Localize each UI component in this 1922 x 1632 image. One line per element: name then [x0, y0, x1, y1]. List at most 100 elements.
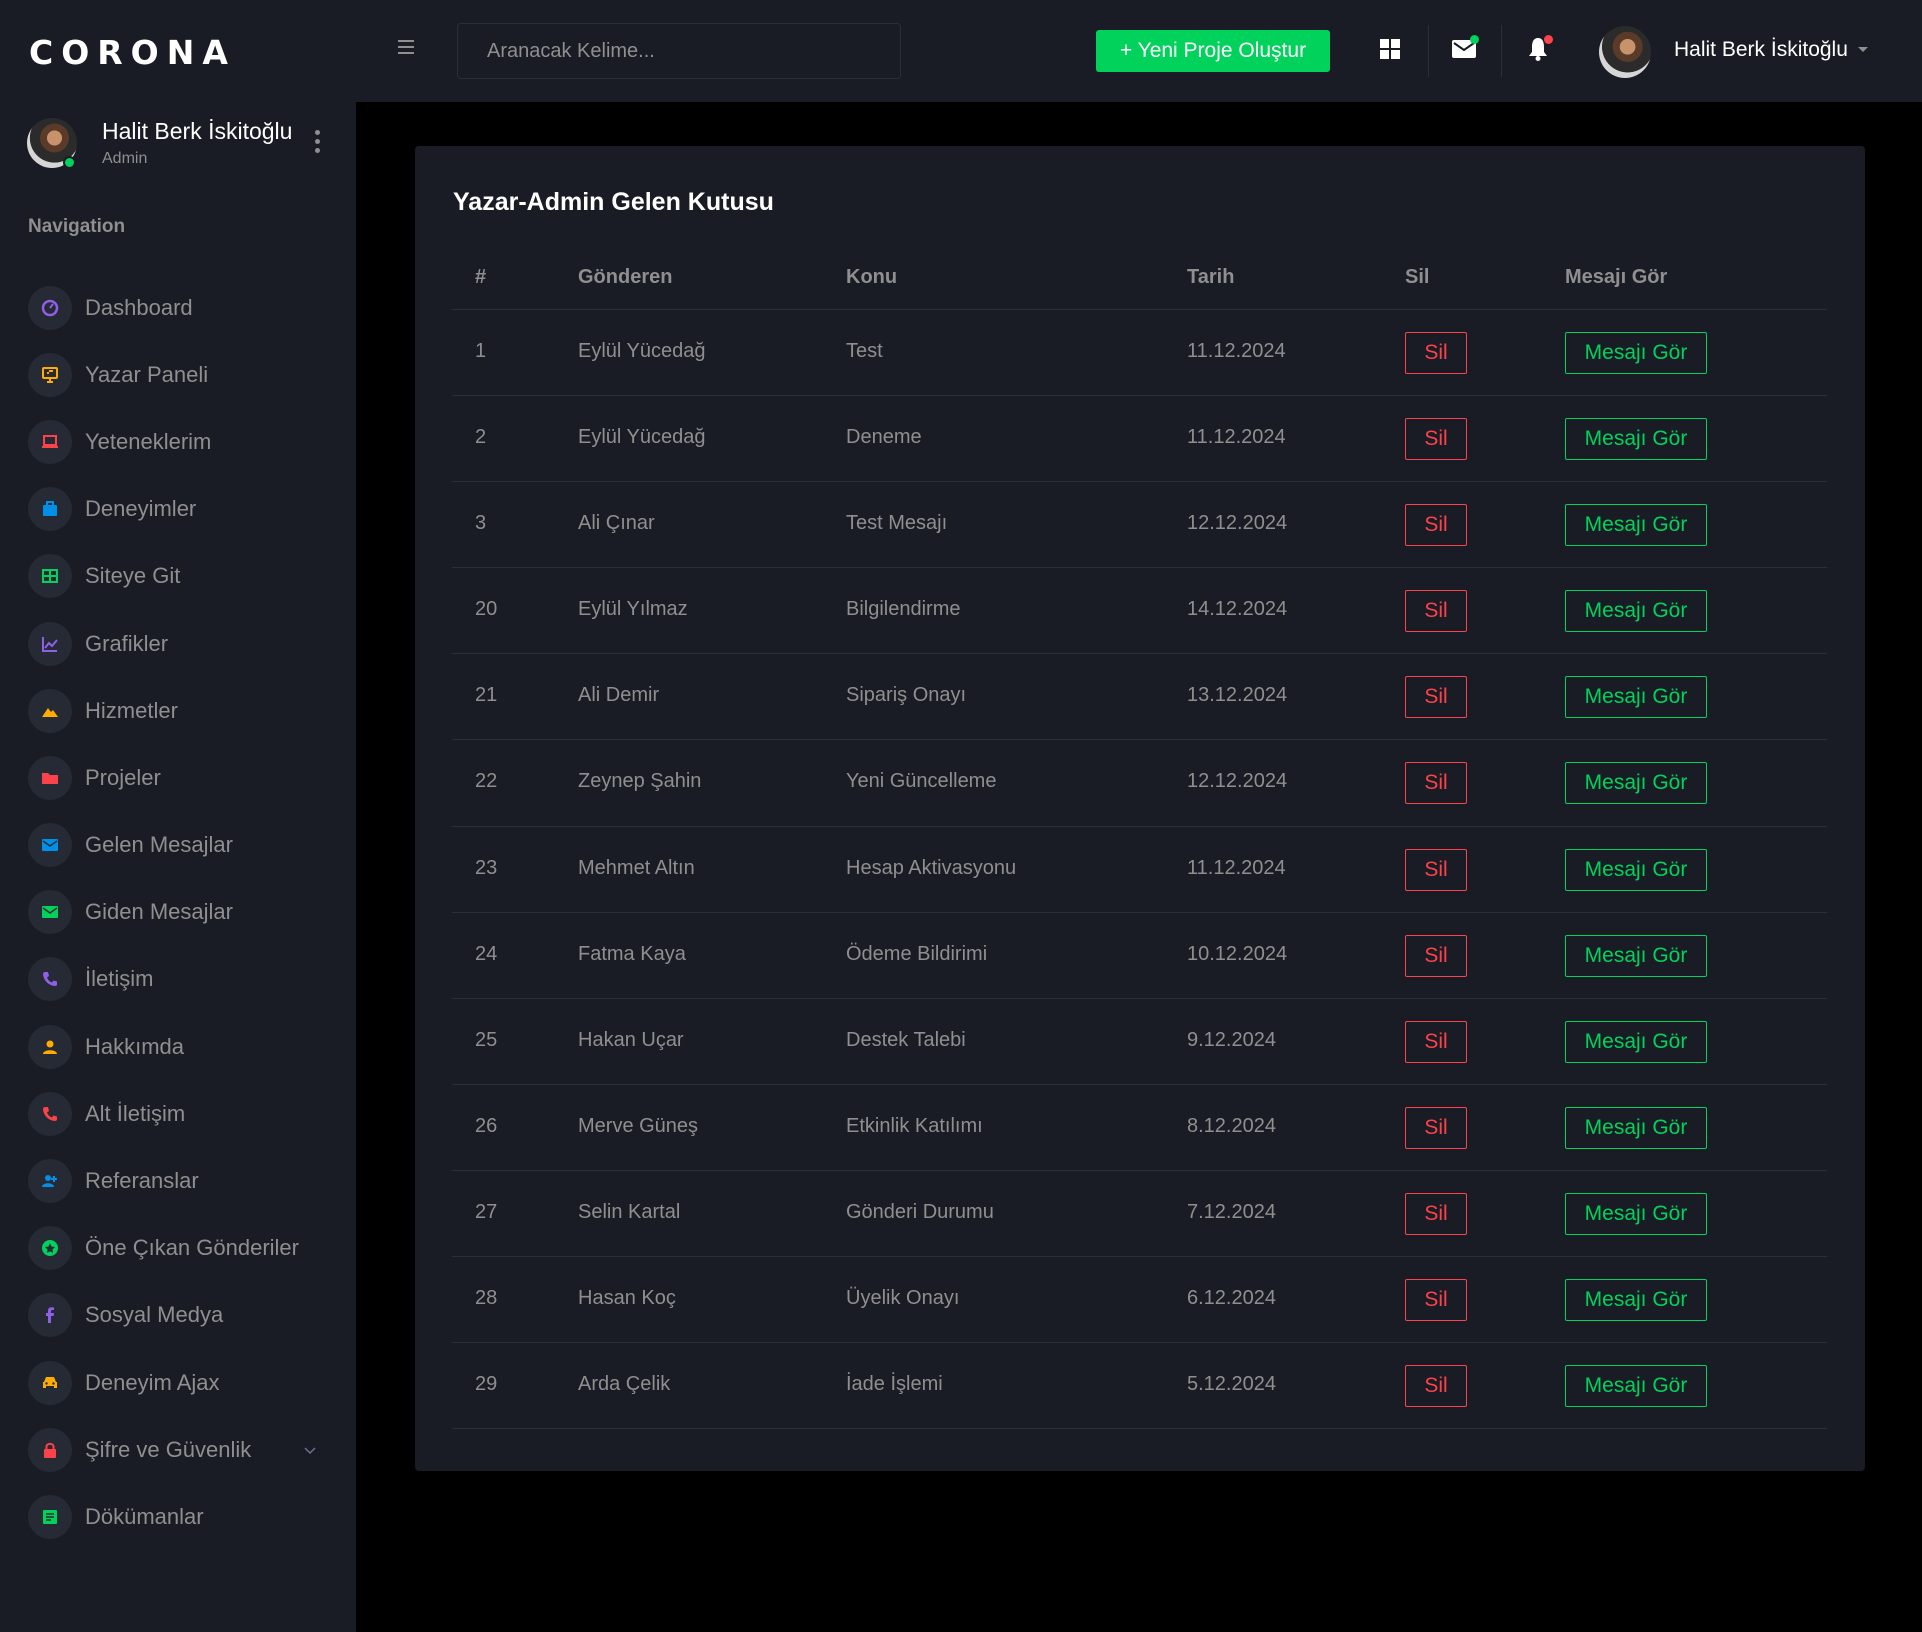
sidebar-item-label: Deneyimler	[85, 496, 197, 522]
delete-button[interactable]: Sil	[1405, 418, 1467, 461]
chevron-down-icon[interactable]	[304, 1442, 316, 1458]
table-row: 27 Selin Kartal Gönderi Durumu 7.12.2024 Sil…	[452, 1171, 1827, 1258]
inbox-table: # Gönderen Konu Tarih Sil Mesajı Gör 1 Ey…	[452, 246, 1827, 1430]
view-message-button[interactable]: Mesajı Gör	[1565, 1365, 1707, 1408]
cell-id: 28	[475, 1287, 498, 1310]
view-message-button[interactable]: Mesajı Gör	[1565, 1192, 1707, 1235]
chevron-down-icon[interactable]	[1858, 47, 1868, 52]
laptop-icon	[28, 419, 72, 464]
cell-sender: Hasan Koç	[578, 1287, 676, 1310]
sidebar-item-sosyal-medya[interactable]: Sosyal Medya	[28, 1282, 328, 1349]
sidebar-item-şifre-ve-güvenlik[interactable]: Şifre ve Güvenlik	[28, 1416, 328, 1483]
view-message-button[interactable]: Mesajı Gör	[1565, 762, 1707, 805]
delete-button[interactable]: Sil	[1405, 1279, 1467, 1322]
search-input[interactable]	[457, 23, 901, 79]
sidebar-item-siteye-git[interactable]: Siteye Git	[28, 543, 328, 610]
grid-icon[interactable]	[1377, 36, 1403, 62]
online-status-dot	[63, 156, 76, 169]
delete-button[interactable]: Sil	[1405, 590, 1467, 633]
brand-logo[interactable]: CORONA	[29, 33, 236, 72]
sidebar-item-projeler[interactable]: Projeler	[28, 744, 328, 811]
phone-icon	[28, 957, 72, 1002]
cell-date: 6.12.2024	[1187, 1287, 1276, 1310]
cell-subject: Ödeme Bildirimi	[846, 942, 988, 965]
sidebar-item-referanslar[interactable]: Referanslar	[28, 1147, 328, 1214]
view-message-button[interactable]: Mesajı Gör	[1565, 418, 1707, 461]
view-message-button[interactable]: Mesajı Gör	[1565, 590, 1707, 633]
more-vertical-icon[interactable]	[315, 130, 321, 153]
sidebar-item-label: Projeler	[85, 764, 161, 790]
cell-date: 5.12.2024	[1187, 1373, 1276, 1396]
delete-button[interactable]: Sil	[1405, 1365, 1467, 1408]
sidebar-item-label: Hizmetler	[85, 697, 178, 723]
navigation-heading: Navigation	[28, 216, 126, 237]
cell-subject: Etkinlik Katılımı	[846, 1114, 983, 1137]
sidebar-item-label: Deneyim Ajax	[85, 1369, 220, 1395]
sidebar-item-gelen-mesajlar[interactable]: Gelen Mesajlar	[28, 812, 328, 879]
view-message-button[interactable]: Mesajı Gör	[1565, 1279, 1707, 1322]
sidebar-item-label: Giden Mesajlar	[85, 899, 233, 925]
delete-button[interactable]: Sil	[1405, 1020, 1467, 1063]
sidebar-item-dökümanlar[interactable]: Dökümanlar	[28, 1483, 328, 1550]
sidebar-item-hizmetler[interactable]: Hizmetler	[28, 677, 328, 744]
sidebar-item-i-letişim[interactable]: İletişim	[28, 946, 328, 1013]
page-title: Yazar-Admin Gelen Kutusu	[453, 188, 774, 216]
table-header: # Gönderen Konu Tarih Sil Mesajı Gör	[452, 246, 1827, 310]
menu-toggle-icon[interactable]	[398, 40, 414, 58]
view-message-button[interactable]: Mesajı Gör	[1565, 1106, 1707, 1149]
table-row: 22 Zeynep Şahin Yeni Güncelleme 12.12.2024 S…	[452, 740, 1827, 827]
cell-date: 8.12.2024	[1187, 1114, 1276, 1137]
sidebar-item-yazar-paneli[interactable]: Yazar Paneli	[28, 341, 328, 408]
chart-line-icon	[28, 621, 72, 666]
cell-sender: Mehmet Altın	[578, 856, 695, 879]
cell-subject: Hesap Aktivasyonu	[846, 856, 1017, 879]
sidebar-item-dashboard[interactable]: Dashboard	[28, 274, 328, 341]
sidebar-item-öne-çıkan-gönderiler[interactable]: Öne Çıkan Gönderiler	[28, 1215, 328, 1282]
sidebar-item-alt-i-letişim[interactable]: Alt İletişim	[28, 1080, 328, 1147]
sidebar-item-yeteneklerim[interactable]: Yeteneklerim	[28, 408, 328, 475]
folder-icon	[28, 755, 72, 800]
delete-button[interactable]: Sil	[1405, 934, 1467, 977]
table-row: 20 Eylül Yılmaz Bilgilendirme 14.12.2024 Sil…	[452, 568, 1827, 655]
column-header-date: Tarih	[1187, 266, 1235, 288]
profile-role: Admin	[102, 150, 148, 167]
delete-button[interactable]: Sil	[1405, 848, 1467, 891]
sidebar-item-hakkımda[interactable]: Hakkımda	[28, 1013, 328, 1080]
user-name[interactable]: Halit Berk İskitoğlu	[1674, 38, 1848, 62]
sidebar-item-giden-mesajlar[interactable]: Giden Mesajlar	[28, 879, 328, 946]
view-message-button[interactable]: Mesajı Gör	[1565, 1020, 1707, 1063]
sidebar-item-label: Referanslar	[85, 1168, 199, 1194]
cell-sender: Ali Demir	[578, 684, 660, 707]
user-avatar[interactable]	[1599, 26, 1651, 78]
sidebar-item-label: Yeteneklerim	[85, 428, 212, 454]
delete-button[interactable]: Sil	[1405, 1192, 1467, 1235]
topbar-divider	[1501, 25, 1502, 77]
column-header-view: Mesajı Gör	[1565, 266, 1668, 288]
cell-id: 2	[475, 426, 487, 449]
new-project-button[interactable]: + Yeni Proje Oluştur	[1096, 30, 1330, 72]
sidebar-item-label: Sosyal Medya	[85, 1302, 224, 1328]
sidebar-item-deneyimler[interactable]: Deneyimler	[28, 476, 328, 543]
cell-date: 11.12.2024	[1187, 340, 1286, 362]
sidebar-item-label: Dashboard	[85, 294, 193, 320]
cell-subject: Destek Talebi	[846, 1028, 966, 1051]
table-row: 2 Eylül Yücedağ Deneme 11.12.2024 Sil Mesajı …	[452, 396, 1827, 483]
view-message-button[interactable]: Mesajı Gör	[1565, 504, 1707, 547]
delete-button[interactable]: Sil	[1405, 504, 1467, 547]
view-message-button[interactable]: Mesajı Gör	[1565, 934, 1707, 977]
sidebar-item-grafikler[interactable]: Grafikler	[28, 610, 328, 677]
view-message-button[interactable]: Mesajı Gör	[1565, 676, 1707, 719]
cell-id: 26	[475, 1114, 498, 1137]
view-message-button[interactable]: Mesajı Gör	[1565, 332, 1707, 374]
table-row: 23 Mehmet Altın Hesap Aktivasyonu 11.12.202…	[452, 827, 1827, 913]
sidebar-item-label: Hakkımda	[85, 1033, 185, 1059]
sidebar-item-deneyim-ajax[interactable]: Deneyim Ajax	[28, 1349, 328, 1416]
cell-subject: Deneme	[846, 426, 922, 449]
delete-button[interactable]: Sil	[1405, 332, 1467, 374]
view-message-button[interactable]: Mesajı Gör	[1565, 848, 1707, 891]
cell-id: 29	[475, 1373, 498, 1396]
table-row: 3 Ali Çınar Test Mesajı 12.12.2024 Sil Mesajı…	[452, 482, 1827, 569]
delete-button[interactable]: Sil	[1405, 1106, 1467, 1149]
delete-button[interactable]: Sil	[1405, 762, 1467, 805]
delete-button[interactable]: Sil	[1405, 676, 1467, 719]
